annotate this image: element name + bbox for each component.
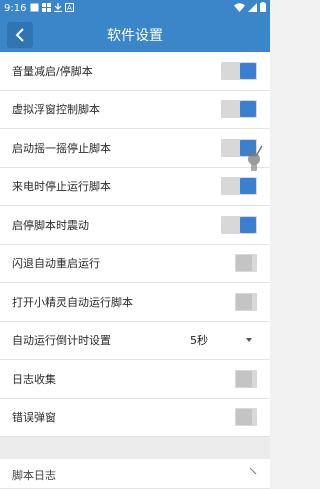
page-title: 软件设置 [107,27,163,44]
setting-error-popup[interactable]: 错误弹窗 [0,398,270,437]
toggle-knob [240,101,256,118]
setting-label: 启停脚本时震动 [12,218,89,232]
toggle-switch[interactable] [221,215,257,234]
setting-label: 音量减启/停脚本 [12,64,93,78]
section-divider [0,437,270,459]
setting-auto-run-on-open[interactable]: 打开小精灵自动运行脚本 [0,283,270,322]
setting-label: 日志收集 [12,372,56,386]
setting-log-collection[interactable]: 日志收集 [0,360,270,399]
script-log-item[interactable]: 脚本日志 [0,459,270,489]
script-log-label: 脚本日志 [12,469,56,482]
toggle-knob [240,216,256,233]
toggle-switch[interactable] [235,408,257,427]
chevron-left-icon [15,28,24,42]
toggle-knob [240,62,256,79]
setting-crash-restart[interactable]: 闪退自动重启运行 [0,244,270,283]
toggle-switch[interactable] [235,254,257,273]
toggle-knob [240,178,256,195]
status-time: 9:16 [4,3,27,14]
toggle-switch[interactable] [221,100,257,119]
setting-label: 打开小精灵自动运行脚本 [12,295,133,309]
chevron-right-icon [249,467,257,475]
setting-call-stop[interactable]: 来电时停止运行脚本 [0,167,270,206]
setting-floating-window[interactable]: 虚拟浮窗控制脚本 [0,90,270,129]
toggle-knob [236,255,252,272]
notification-icon [30,3,39,14]
toggle-switch[interactable] [221,61,257,80]
svg-text:A: A [67,4,72,12]
signal-icon [248,2,257,15]
countdown-select-value[interactable]: 5秒 [190,332,208,348]
toggle-switch[interactable] [235,292,257,311]
toggle-switch[interactable] [221,177,257,196]
toggle-knob [236,293,252,310]
download-icon [54,3,63,14]
setting-countdown[interactable]: 自动运行倒计时设置 5秒 [0,321,270,360]
app-icon: A [65,3,75,14]
battery-icon [260,2,266,15]
status-bar: 9:16 A [0,0,270,17]
toggle-switch[interactable] [235,369,257,388]
setting-label: 闪退自动重启运行 [12,257,100,271]
settings-list: 音量减启/停脚本 虚拟浮窗控制脚本 启动摇一摇停止脚本 来电时停止运行脚本 启停… [0,52,270,489]
floating-control-icon[interactable] [242,144,264,174]
setting-label: 自动运行倒计时设置 [12,334,111,348]
toggle-knob [236,370,252,387]
toggle-knob [236,409,252,426]
back-button[interactable] [7,22,33,48]
setting-volume-control[interactable]: 音量减启/停脚本 [0,52,270,91]
grid-icon [42,3,52,14]
dropdown-arrow-icon[interactable] [246,338,252,343]
setting-shake-stop[interactable]: 启动摇一摇停止脚本 [0,129,270,168]
setting-label: 虚拟浮窗控制脚本 [12,103,100,117]
setting-label: 来电时停止运行脚本 [12,180,111,194]
setting-label: 启动摇一摇停止脚本 [12,141,111,155]
wifi-icon [234,2,245,15]
setting-label: 错误弹窗 [12,411,56,425]
app-bar: 软件设置 [0,17,270,52]
setting-vibrate[interactable]: 启停脚本时震动 [0,206,270,245]
